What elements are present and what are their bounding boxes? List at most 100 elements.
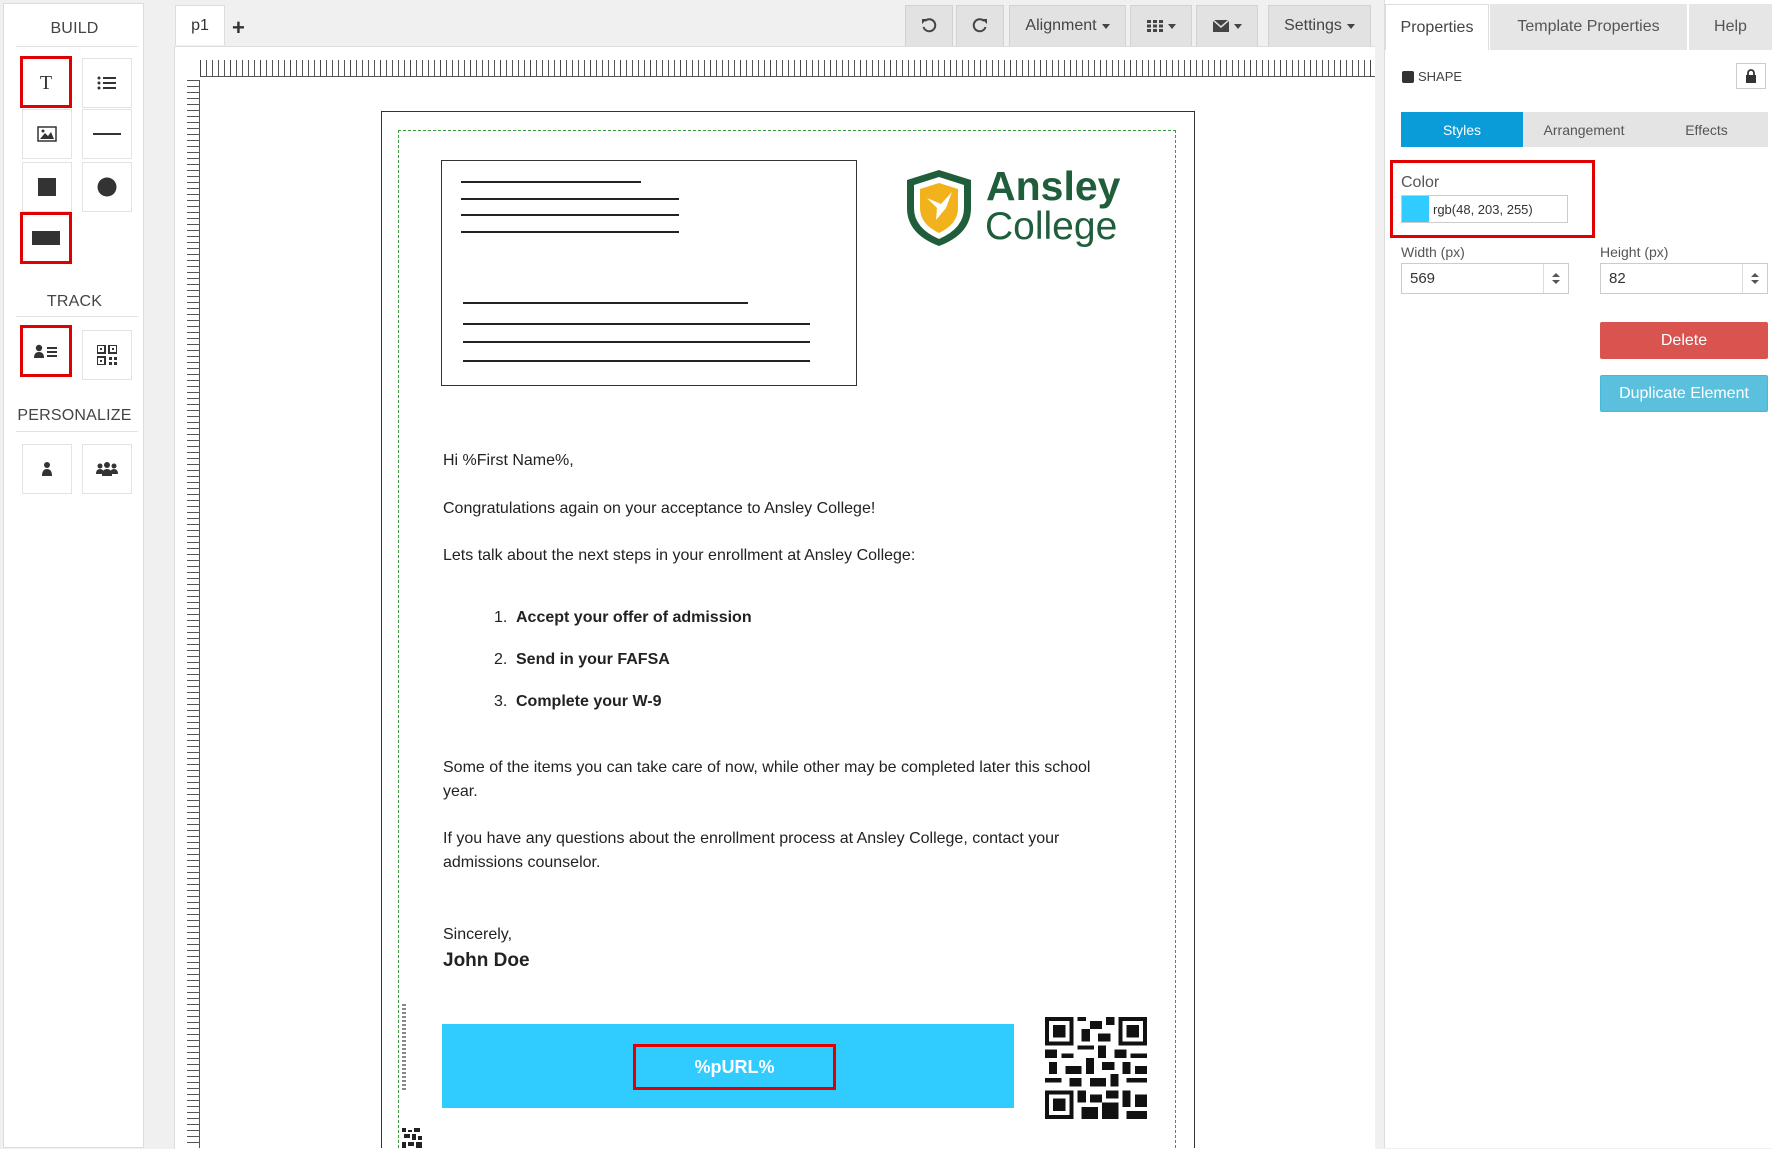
circle-icon — [97, 177, 117, 197]
step-number: 1. — [494, 609, 508, 626]
image-icon — [37, 126, 57, 142]
address-line — [463, 360, 810, 362]
envelope-icon — [1212, 20, 1229, 32]
grid-icon — [1146, 20, 1163, 32]
rectangle-icon — [32, 231, 60, 245]
paragraph-4-line-2[interactable]: admissions counselor. — [443, 854, 600, 872]
duplicate-element-button[interactable]: Duplicate Element — [1600, 375, 1768, 412]
rectangle-tool[interactable] — [20, 212, 72, 264]
paragraph-3-line-1[interactable]: Some of the items you can take care of n… — [443, 759, 1090, 777]
subtab-effects[interactable]: Effects — [1645, 112, 1768, 147]
svg-text:T: T — [40, 72, 52, 93]
width-value: 569 — [1410, 270, 1436, 287]
settings-dropdown[interactable]: Settings — [1268, 5, 1371, 47]
chevron-up-icon[interactable] — [1552, 273, 1560, 277]
width-input[interactable]: 569 — [1401, 263, 1569, 294]
color-swatch[interactable] — [1402, 196, 1429, 222]
step-item[interactable]: Accept your offer of admission — [516, 609, 752, 627]
qr-code-tool[interactable] — [82, 330, 132, 380]
step-item[interactable]: Send in your FAFSA — [516, 651, 670, 669]
line-icon — [93, 133, 121, 135]
tab-help[interactable]: Help — [1689, 4, 1772, 50]
address-line — [461, 198, 679, 200]
step-number: 3. — [494, 693, 508, 710]
line-tool[interactable] — [82, 109, 132, 159]
chevron-down-icon[interactable] — [1751, 280, 1759, 284]
personalize-title: PERSONALIZE — [17, 407, 132, 424]
divider — [16, 316, 138, 317]
height-stepper[interactable] — [1742, 264, 1767, 293]
vertical-ruler — [187, 80, 200, 1148]
horizontal-ruler-major-ticks — [200, 60, 1375, 77]
logo-name: Ansley — [986, 163, 1121, 209]
address-line — [461, 214, 679, 216]
toolbox-panel: BUILD T TRACK PERSONALIZE — [3, 3, 144, 1148]
chevron-down-icon — [1233, 23, 1242, 29]
add-page-button[interactable]: + — [232, 15, 245, 41]
logo-subtitle: College — [985, 205, 1118, 248]
alignment-label: Alignment — [1025, 17, 1097, 34]
group-tool[interactable] — [82, 444, 132, 494]
chevron-down-icon — [1101, 23, 1110, 29]
lock-button[interactable] — [1736, 63, 1766, 89]
user-list-icon — [34, 344, 57, 358]
lock-icon — [1746, 69, 1756, 83]
signature-name[interactable]: John Doe — [443, 950, 530, 972]
address-window[interactable] — [441, 160, 857, 386]
person-tool[interactable] — [22, 444, 72, 494]
resize-handle[interactable] — [402, 1004, 406, 1090]
redo-button[interactable] — [956, 5, 1004, 47]
person-icon — [42, 462, 52, 476]
paragraph-3-line-2[interactable]: year. — [443, 783, 478, 801]
greeting-text[interactable]: Hi %First Name%, — [443, 452, 574, 470]
tab-template-properties[interactable]: Template Properties — [1490, 4, 1687, 50]
step-item[interactable]: Complete your W-9 — [516, 693, 661, 711]
qr-code-image[interactable] — [1045, 1017, 1147, 1119]
paragraph-4-line-1[interactable]: If you have any questions about the enro… — [443, 830, 1059, 848]
color-field[interactable]: rgb(48, 203, 255) — [1401, 195, 1568, 223]
width-label: Width (px) — [1401, 244, 1465, 260]
tab-page-1[interactable]: p1 — [175, 5, 225, 45]
closing-text[interactable]: Sincerely, — [443, 926, 512, 944]
subtab-styles[interactable]: Styles — [1401, 112, 1523, 147]
purl-text[interactable]: %pURL% — [633, 1044, 836, 1090]
list-tool[interactable] — [82, 58, 132, 108]
chevron-down-icon[interactable] — [1552, 280, 1560, 284]
chevron-up-icon[interactable] — [1751, 273, 1759, 277]
undo-button[interactable] — [905, 5, 953, 47]
chevron-down-icon — [1346, 23, 1355, 29]
college-shield-logo[interactable] — [905, 168, 973, 248]
circle-tool[interactable] — [82, 162, 132, 212]
tab-properties[interactable]: Properties — [1385, 4, 1489, 50]
square-icon — [38, 178, 56, 196]
personal-url-tool[interactable] — [20, 325, 72, 377]
height-value: 82 — [1609, 270, 1626, 287]
paragraph-2[interactable]: Lets talk about the next steps in your e… — [443, 547, 915, 565]
image-tool[interactable] — [22, 109, 72, 159]
step-number: 2. — [494, 651, 508, 668]
paragraph-1[interactable]: Congratulations again on your acceptance… — [443, 500, 875, 518]
element-type-label: SHAPE — [1418, 69, 1463, 84]
height-label: Height (px) — [1600, 244, 1669, 260]
alignment-dropdown[interactable]: Alignment — [1009, 5, 1126, 47]
width-stepper[interactable] — [1543, 264, 1568, 293]
mail-dropdown[interactable] — [1196, 5, 1258, 47]
list-icon — [97, 76, 116, 90]
address-line — [461, 231, 679, 233]
address-line — [463, 323, 810, 325]
square-tool[interactable] — [22, 162, 72, 212]
grid-dropdown[interactable] — [1130, 5, 1192, 47]
redo-icon — [972, 18, 987, 33]
text-tool[interactable]: T — [20, 56, 72, 108]
subtab-arrangement[interactable]: Arrangement — [1523, 112, 1645, 147]
track-title: TRACK — [46, 293, 103, 310]
height-input[interactable]: 82 — [1600, 263, 1768, 294]
address-line — [463, 302, 748, 304]
undo-icon — [922, 18, 937, 33]
group-icon — [96, 462, 118, 476]
address-line — [461, 181, 641, 183]
delete-button[interactable]: Delete — [1600, 322, 1768, 359]
tracking-barcode — [402, 1128, 422, 1148]
shape-type-icon — [1402, 71, 1414, 83]
address-line — [463, 341, 810, 343]
